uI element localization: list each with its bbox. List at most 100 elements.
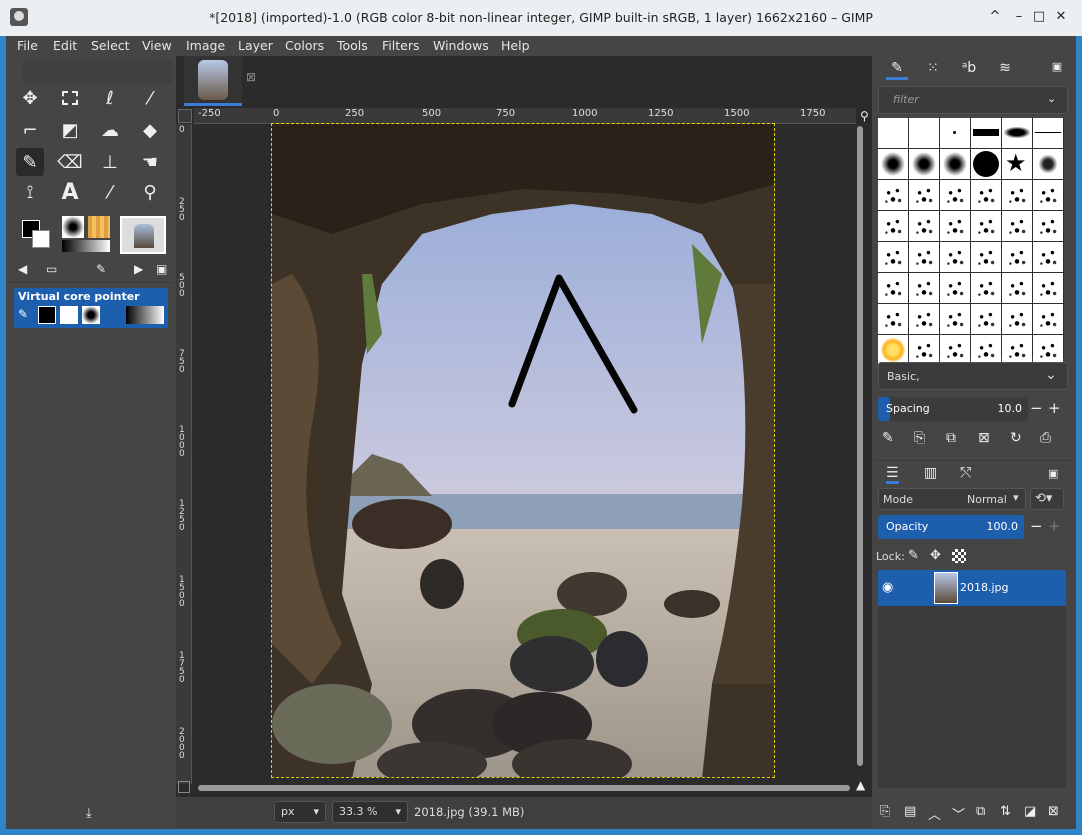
brush-thumbnail[interactable]: [971, 273, 1001, 303]
layer-mode-select[interactable]: Mode Normal ▾: [878, 488, 1026, 510]
brush-thumbnail[interactable]: [1002, 211, 1032, 241]
brush-thumbnail[interactable]: [1033, 273, 1063, 303]
transform-icon[interactable]: ◩: [56, 116, 84, 144]
close-tab-icon[interactable]: ⊠: [246, 70, 256, 84]
brush-thumbnail[interactable]: [940, 335, 970, 365]
edit-brush-icon[interactable]: ✎: [882, 430, 894, 446]
image-preview[interactable]: [120, 216, 166, 254]
brush-thumbnail[interactable]: [1033, 242, 1063, 272]
minimize-button[interactable]: –: [1010, 8, 1028, 26]
maximize-button[interactable]: □: [1030, 8, 1048, 26]
merge-down-icon[interactable]: ⇅: [1000, 804, 1011, 819]
brush-thumbnail[interactable]: [971, 149, 1001, 179]
decrease-button[interactable]: −: [1030, 517, 1043, 535]
menu-select[interactable]: Select: [91, 38, 130, 53]
brush-thumbnail[interactable]: [878, 304, 908, 334]
brush-thumbnail[interactable]: [1002, 304, 1032, 334]
dock-menu-icon[interactable]: ▣: [156, 262, 167, 276]
brush-thumbnail[interactable]: [971, 242, 1001, 272]
smudge-icon[interactable]: ☚: [136, 148, 164, 176]
vertical-ruler[interactable]: 0 2 5 0 5 0 0 7 5 0 1 0 0 0 1 2 5 0 1 5 …: [176, 124, 192, 784]
brush-thumbnail[interactable]: [1033, 180, 1063, 210]
gradient-preview[interactable]: [62, 240, 110, 252]
quick-mask-corner[interactable]: [178, 109, 192, 123]
menu-colors[interactable]: Colors: [285, 38, 324, 53]
lock-pixels-icon[interactable]: ✎: [908, 548, 919, 563]
brush-thumbnail[interactable]: [1002, 242, 1032, 272]
brush-thumbnail[interactable]: [1033, 118, 1063, 148]
brush-thumbnail[interactable]: [909, 335, 939, 365]
lock-position-icon[interactable]: ✥: [930, 548, 941, 563]
image-tab[interactable]: ⊠: [184, 56, 256, 106]
zoom-select[interactable]: 33.3 % ▾: [332, 801, 408, 823]
decrease-button[interactable]: −: [1030, 399, 1043, 417]
brush-thumbnail[interactable]: [1002, 118, 1032, 148]
brush-thumbnail[interactable]: [878, 335, 908, 365]
brush-thumbnail[interactable]: [909, 273, 939, 303]
new-brush-icon[interactable]: ⎘: [914, 430, 925, 446]
add-mask-icon[interactable]: ◪: [1024, 804, 1036, 819]
menu-edit[interactable]: Edit: [53, 38, 77, 53]
unit-select[interactable]: px ▾: [274, 801, 326, 823]
channels-tab-icon[interactable]: ▥: [924, 465, 937, 481]
menu-layer[interactable]: Layer: [238, 38, 273, 53]
lower-layer-icon[interactable]: ﹀: [952, 804, 965, 823]
brush-thumbnail[interactable]: [1002, 273, 1032, 303]
brush-thumbnail[interactable]: [971, 180, 1001, 210]
brush-thumbnail[interactable]: [909, 304, 939, 334]
pattern-preview[interactable]: [88, 216, 110, 238]
delete-layer-icon[interactable]: ⊠: [1048, 804, 1059, 819]
duplicate-layer-icon[interactable]: ⧉: [976, 804, 985, 819]
close-button[interactable]: ✕: [1052, 8, 1070, 26]
brush-thumbnail[interactable]: [971, 211, 1001, 241]
paintbrush-icon[interactable]: ✎: [16, 148, 44, 176]
fuzzy-select-icon[interactable]: ⁄: [136, 84, 164, 112]
new-layer-group-icon[interactable]: ▤: [904, 804, 916, 819]
menu-windows[interactable]: Windows: [433, 38, 489, 53]
brush-thumbnail[interactable]: [909, 242, 939, 272]
brush-thumbnail[interactable]: [878, 211, 908, 241]
brush-thumbnail[interactable]: [878, 149, 908, 179]
paths-tab-icon[interactable]: ⤲: [960, 465, 971, 481]
opacity-slider[interactable]: Opacity 100.0: [878, 515, 1024, 539]
clone-icon[interactable]: ⊥: [96, 148, 124, 176]
brush-thumbnail[interactable]: [1002, 335, 1032, 365]
brush-thumbnail[interactable]: [878, 180, 908, 210]
vertical-scrollbar[interactable]: [857, 126, 863, 766]
rect-select-icon[interactable]: [56, 84, 84, 112]
brush-thumbnail[interactable]: [971, 304, 1001, 334]
refresh-brushes-icon[interactable]: ↻: [1010, 430, 1022, 446]
brush-thumbnail[interactable]: [971, 335, 1001, 365]
menu-help[interactable]: Help: [501, 38, 530, 53]
device-status-icon[interactable]: ▭: [46, 262, 57, 276]
brush-thumbnail[interactable]: [940, 304, 970, 334]
menu-filters[interactable]: Filters: [382, 38, 419, 53]
navigate-icon[interactable]: ▲: [856, 778, 865, 792]
brush-thumbnail[interactable]: [909, 180, 939, 210]
eraser-icon[interactable]: ⌫: [56, 148, 84, 176]
brush-thumbnail[interactable]: [909, 211, 939, 241]
brush-filter-input[interactable]: filter ⌄: [878, 86, 1068, 114]
increase-button[interactable]: +: [1048, 399, 1061, 417]
menu-image[interactable]: Image: [186, 38, 225, 53]
warp-icon[interactable]: ☁: [96, 116, 124, 144]
brush-thumbnail[interactable]: [940, 211, 970, 241]
new-layer-icon[interactable]: ⎘: [880, 804, 890, 819]
brush-thumbnail[interactable]: [1033, 211, 1063, 241]
document-history-tab-icon[interactable]: ≋: [994, 60, 1016, 80]
lasso-icon[interactable]: ℓ: [96, 84, 124, 112]
dock-menu-icon[interactable]: ▣: [1046, 60, 1068, 80]
paths-icon[interactable]: ⟟: [16, 178, 44, 206]
raise-layer-icon[interactable]: ︿: [928, 804, 941, 823]
horizontal-scrollbar[interactable]: [198, 785, 850, 791]
shade-button[interactable]: ^: [986, 8, 1004, 26]
text-icon[interactable]: A: [56, 178, 84, 206]
background-color[interactable]: [32, 230, 50, 248]
chevron-left-icon[interactable]: ◀: [18, 262, 27, 276]
composite-mode-select[interactable]: ⟲▾: [1030, 488, 1064, 510]
brush-thumbnail[interactable]: [971, 118, 1001, 148]
brush-thumbnail[interactable]: [1002, 180, 1032, 210]
brush-thumbnail[interactable]: ★: [1002, 149, 1032, 179]
brush-thumbnail[interactable]: [940, 118, 970, 148]
dock-menu-icon[interactable]: ▣: [1048, 467, 1058, 480]
